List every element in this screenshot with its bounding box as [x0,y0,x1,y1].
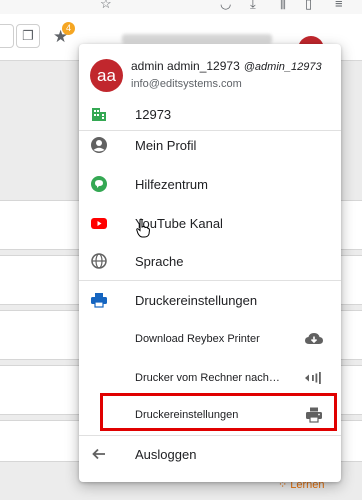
printer-settings-icon [306,407,322,423]
menu-item-download-printer[interactable]: Download Reybex Printer [79,320,341,358]
menu-item-profile[interactable]: Mein Profil [79,126,341,164]
menu-item-label: Sprache [135,254,184,269]
menu-item-youtube[interactable]: YouTube Kanal [79,204,341,242]
menu-item-label: Ausloggen [135,447,197,462]
menu-item-label: Druckereinstellungen [135,293,258,308]
menu-item-label: Download Reybex Printer [135,333,260,345]
signal-icon [305,372,321,384]
browser-toolbar: ☆ ◡ ⤓ ⫼ ▯ ≡ [0,0,362,15]
hand-cursor-icon [136,218,150,238]
notification-badge: 4 [62,22,75,35]
copy-icon[interactable]: ❐ [16,24,40,48]
menu-item-language[interactable]: Sprache [79,242,341,280]
menu-item-printer-from-computer[interactable]: Drucker vom Rechner nach… [79,359,341,397]
menu-icon[interactable]: ≡ [335,0,343,11]
user-email: info@editsystems.com [131,78,242,90]
sidebar-icon[interactable]: ▯ [305,0,312,12]
toolbar-button[interactable] [0,24,14,48]
pocket-icon[interactable]: ◡ [220,0,231,12]
help-chat-icon [91,176,107,192]
organization-id: 12973 [135,107,172,122]
bookmark-star-icon[interactable]: ☆ [100,0,112,12]
menu-item-label: Mein Profil [135,138,197,153]
printer-icon [91,293,107,308]
arrow-back-icon [92,448,105,460]
menu-item-label: Drucker vom Rechner nach… [135,372,280,384]
youtube-icon [91,218,107,229]
library-icon[interactable]: ⫼ [280,0,286,12]
account-circle-icon [91,137,107,153]
globe-icon [91,253,107,269]
menu-item-logout[interactable]: Ausloggen [79,435,341,473]
download-icon[interactable]: ⤓ [250,0,256,12]
user-handle: @admin_12973 [243,61,322,73]
blurred-company-name [122,34,272,44]
menu-item-printer-settings[interactable]: Druckereinstellungen [79,396,341,434]
menu-item-label: Druckereinstellungen [135,409,239,421]
user-menu: aa admin admin_12973 @admin_12973 info@ed… [79,44,341,482]
user-name: admin admin_12973 @admin_12973 [131,59,322,73]
user-avatar: aa [90,59,123,92]
menu-item-help[interactable]: Hilfezentrum [79,165,341,203]
building-icon [92,108,106,121]
cloud-download-icon [305,333,323,344]
menu-item-printer-settings-header[interactable]: Druckereinstellungen [79,281,341,319]
menu-item-label: Hilfezentrum [135,177,208,192]
menu-user-header: aa admin admin_12973 @admin_12973 info@ed… [79,44,341,100]
